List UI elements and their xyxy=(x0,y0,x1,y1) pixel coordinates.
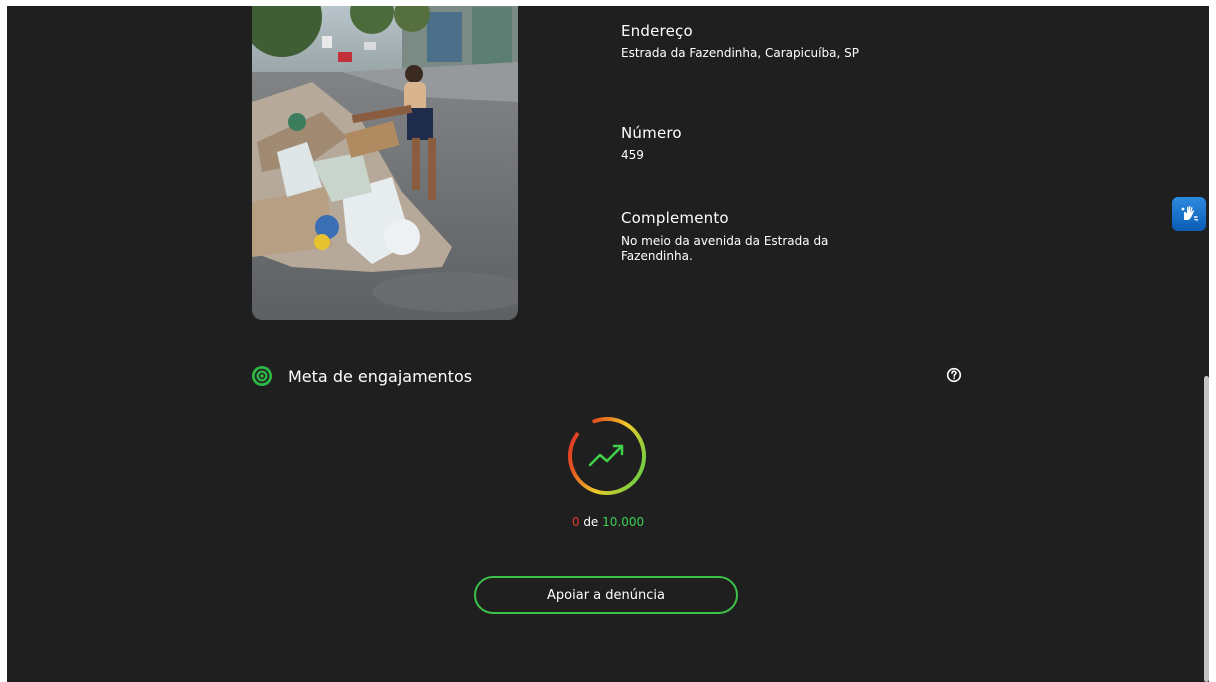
address-title: Endereço xyxy=(621,22,693,40)
target-icon xyxy=(252,366,272,386)
engagement-goal: 10.000 xyxy=(602,515,645,529)
number-value: 459 xyxy=(621,148,644,162)
page-viewport: Endereço Estrada da Fazendinha, Carapicu… xyxy=(7,6,1209,682)
complement-value: No meio da avenida da Estrada da Fazendi… xyxy=(621,234,829,263)
trending-up-icon xyxy=(588,444,624,467)
engagement-title: Meta de engajamentos xyxy=(288,366,473,386)
complaint-photo xyxy=(252,6,518,320)
support-complaint-button[interactable]: Apoiar a denúncia xyxy=(474,576,738,614)
engagement-current: 0 xyxy=(571,515,580,529)
scrollbar-thumb[interactable] xyxy=(1204,376,1209,682)
accessibility-button[interactable] xyxy=(1172,197,1206,231)
sign-language-icon xyxy=(1181,205,1199,221)
help-circle-icon[interactable] xyxy=(946,367,962,383)
complement-title: Complemento xyxy=(621,209,729,227)
address-value: Estrada da Fazendinha, Carapicuíba, SP xyxy=(621,46,859,60)
number-title: Número xyxy=(621,124,682,142)
engagement-header: Meta de engajamentos xyxy=(251,364,472,388)
engagement-gauge xyxy=(568,417,646,495)
engagement-progress: 0 de 10.000 xyxy=(7,515,1209,529)
engagement-separator: de xyxy=(583,515,599,529)
